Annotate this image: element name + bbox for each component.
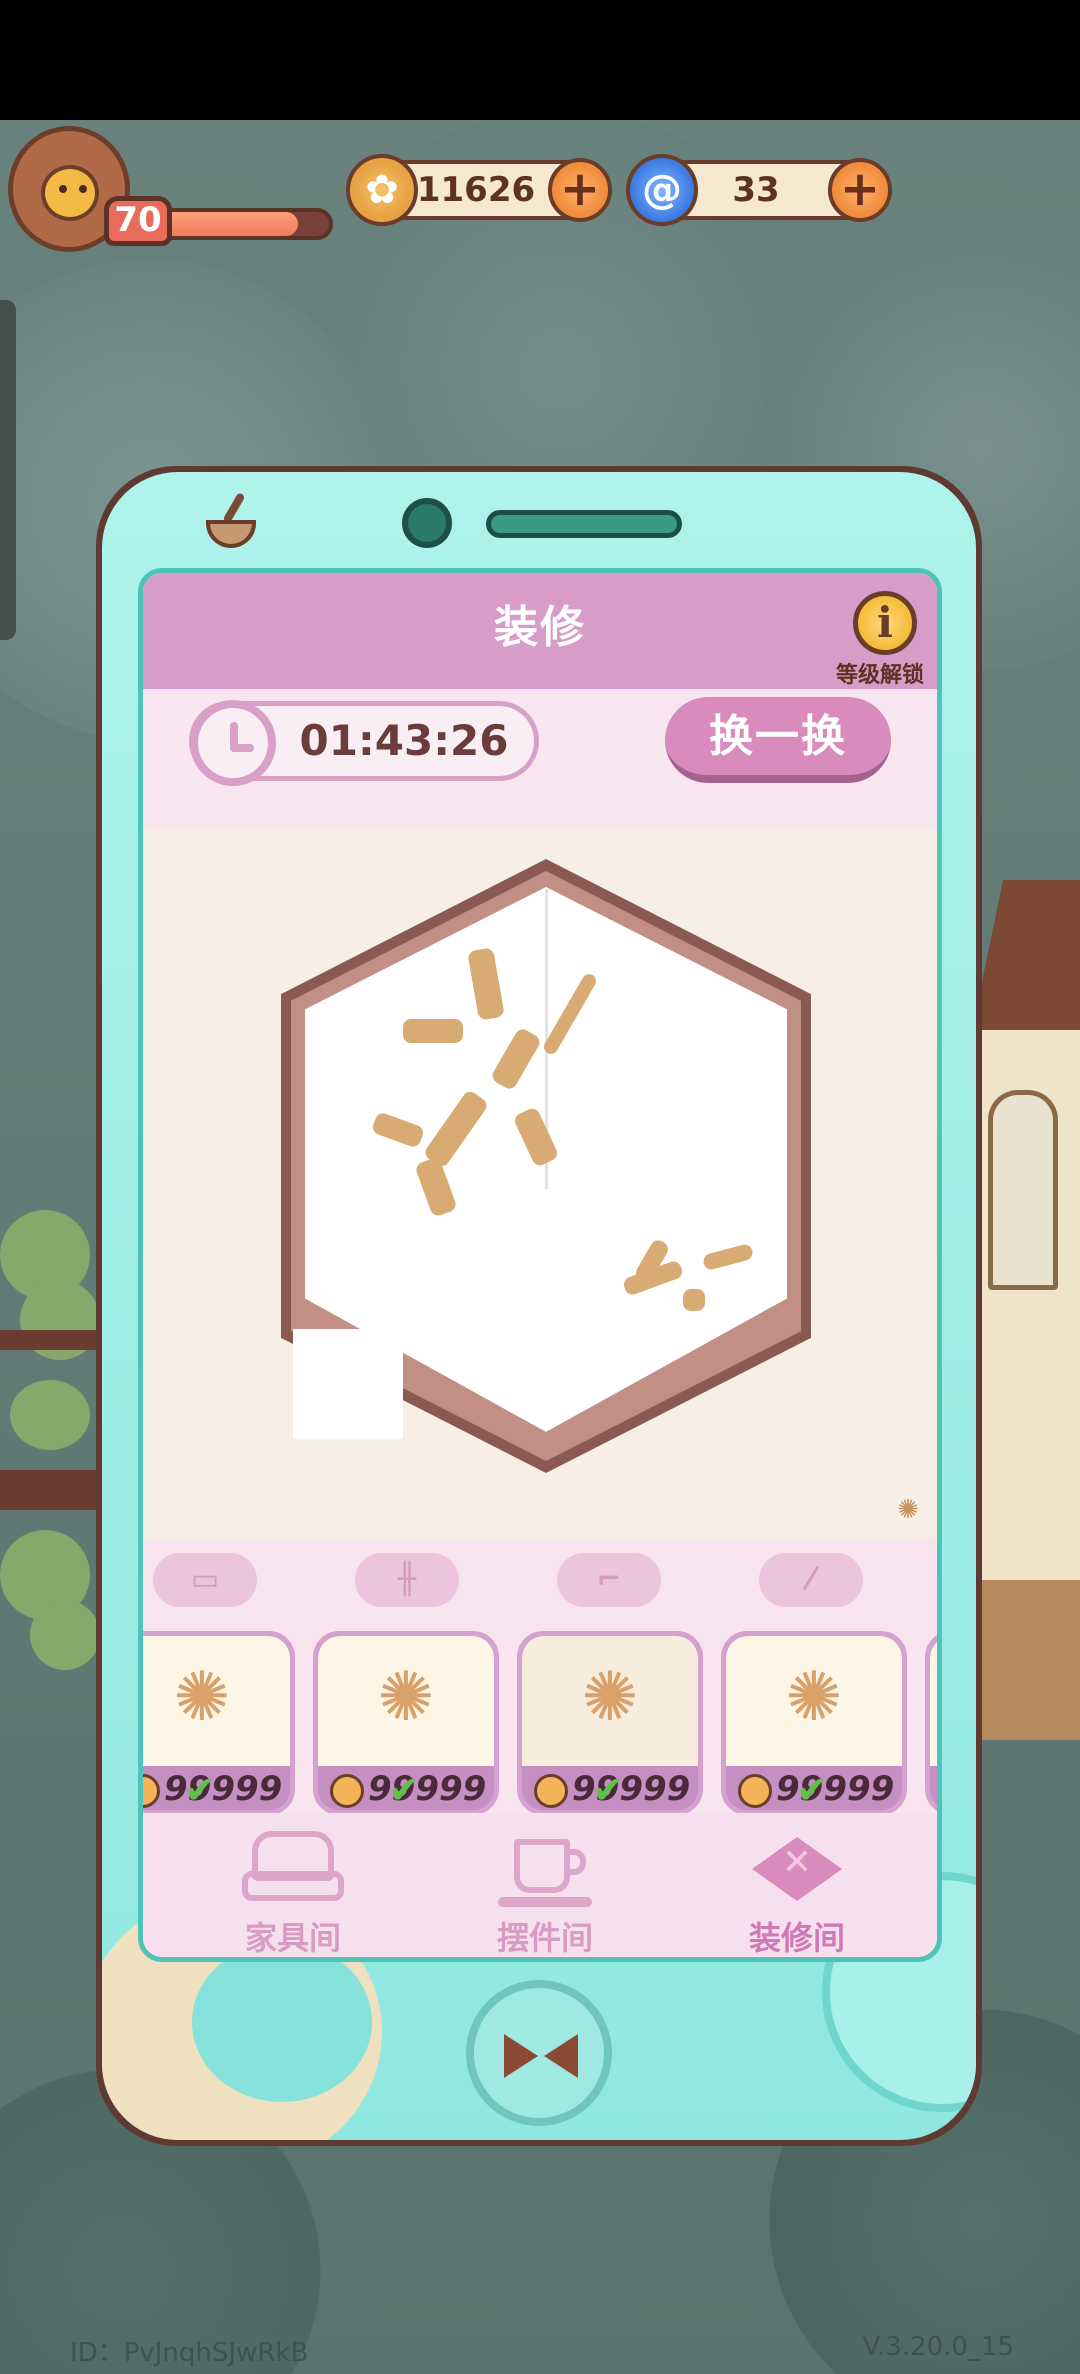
panel-header: 装修 i 等级解锁	[143, 573, 937, 689]
preview-placeholder	[293, 1329, 403, 1439]
xp-progress-bar	[150, 208, 333, 240]
nav-renovation-room[interactable]: ✕ 装修间	[687, 1813, 907, 1957]
item-price: 99999	[572, 1769, 691, 1809]
coin-icon	[330, 1774, 364, 1808]
timer-value: 01:43:26	[299, 716, 509, 765]
loading-spinner-icon: ✺	[377, 1658, 435, 1737]
loading-spinner-small: ✺	[897, 1495, 919, 1525]
renovation-panel: 装修 i 等级解锁 01:43:26 换一换 ✺ ▭ ╫ ⌐ ⁄ ✺ 99999…	[138, 568, 942, 1962]
app-version: V.3.20.0_15	[862, 2332, 1014, 2362]
room-nav: 家具间 摆件间 ✕ 装修间	[143, 1813, 937, 1957]
stairs-icon: ⌐	[596, 1562, 622, 1597]
category-tabs: ▭ ╫ ⌐ ⁄	[143, 1539, 937, 1617]
side-drawer-handle[interactable]	[0, 300, 16, 640]
coin-icon	[143, 1774, 160, 1808]
background-scene-right	[970, 880, 1080, 1840]
tab-railing[interactable]: ⁄	[759, 1553, 863, 1607]
bow-icon	[504, 2034, 578, 2078]
coin-icon	[738, 1774, 772, 1808]
nav-decor-room[interactable]: 摆件间	[435, 1813, 655, 1957]
item-card[interactable]: ✺ 99999 ✔	[517, 1631, 703, 1815]
add-coins-button[interactable]: +	[548, 158, 612, 222]
loading-spinner-icon: ✺	[581, 1658, 639, 1737]
check-icon: ✔	[184, 1768, 216, 1812]
item-card[interactable]: ✺ 99999 ✔	[721, 1631, 907, 1815]
nav-label-decor: 摆件间	[496, 1919, 593, 1957]
phone-frame: 装修 i 等级解锁 01:43:26 换一换 ✺ ▭ ╫ ⌐ ⁄ ✺ 99999…	[96, 466, 982, 2146]
tab-window[interactable]: ▭	[153, 1553, 257, 1607]
loading-spinner-icon: ✺	[785, 1658, 843, 1737]
player-id: ID：PvJnqhSJwRkB	[70, 2338, 309, 2368]
background-scene-left	[0, 1180, 110, 1740]
nav-furniture-room[interactable]: 家具间	[183, 1813, 403, 1957]
item-price: 99999	[776, 1769, 895, 1809]
tab-stairs[interactable]: ⌐	[557, 1553, 661, 1607]
item-card-partial[interactable]	[925, 1631, 937, 1815]
clock-icon	[190, 700, 276, 786]
info-icon[interactable]: i	[853, 591, 917, 655]
item-price: 99999	[164, 1769, 283, 1809]
refresh-timer: 01:43:26	[189, 700, 539, 786]
nav-label-renovation: 装修间	[748, 1919, 845, 1957]
sofa-icon	[238, 1827, 348, 1911]
status-bar	[0, 0, 1080, 120]
item-price: 99999	[368, 1769, 487, 1809]
room-preview: ✺	[143, 829, 937, 1539]
item-list: ✺ 99999 ✔ ✺ 99999 ✔ ✺ 99999 ✔ ✺ 99999 ✔	[143, 1617, 937, 1815]
coin-icon	[534, 1774, 568, 1808]
check-icon: ✔	[388, 1768, 420, 1812]
player-level-badge: 70	[104, 196, 172, 246]
xp-progress-fill	[154, 212, 298, 236]
level-unlock-label: 等级解锁	[835, 663, 924, 688]
tab-fence[interactable]: ╫	[355, 1553, 459, 1607]
cup-icon	[490, 1827, 600, 1911]
item-card[interactable]: ✺ 99999 ✔	[143, 1631, 295, 1815]
floor-tile-icon: ✕	[742, 1827, 852, 1911]
loading-spinner-icon: ✺	[173, 1658, 231, 1737]
gem-icon: @	[626, 154, 698, 226]
timer-row: 01:43:26 换一换	[143, 689, 937, 829]
phone-camera	[402, 498, 452, 548]
railing-icon: ⁄	[808, 1562, 814, 1597]
check-icon: ✔	[796, 1768, 828, 1812]
add-gems-button[interactable]: +	[828, 158, 892, 222]
window-icon: ▭	[190, 1562, 220, 1597]
phone-speaker	[486, 510, 682, 538]
broom-icon[interactable]	[202, 492, 258, 552]
coin-icon: ✿	[346, 154, 418, 226]
item-card[interactable]: ✺ 99999 ✔	[313, 1631, 499, 1815]
nav-label-furniture: 家具间	[244, 1919, 341, 1957]
home-bow-button[interactable]	[466, 1980, 612, 2126]
check-icon: ✔	[592, 1768, 624, 1812]
swap-button[interactable]: 换一换	[665, 697, 891, 783]
fence-icon: ╫	[397, 1562, 417, 1597]
